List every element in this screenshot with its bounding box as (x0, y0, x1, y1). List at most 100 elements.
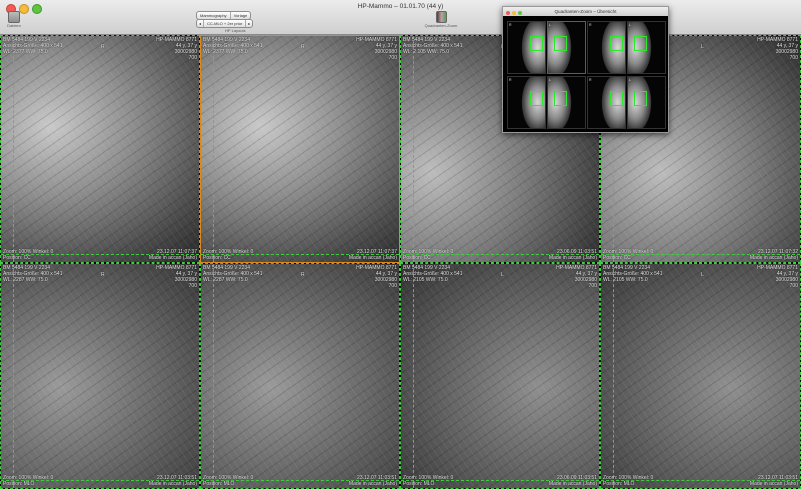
overview-panel-titlebar[interactable]: Quadranten-Zoom – Übersicht (503, 7, 668, 16)
thumbnail-label: R (589, 78, 592, 82)
thumbnail-label: R (589, 23, 592, 27)
mammogram-viewport[interactable]: BM 5484 199 V 2234 Ansichts-Größe: 400 x… (400, 263, 600, 489)
laterality-marker: L (701, 44, 704, 50)
window-titlebar: HP-Mammo – 01.01.70 (44 y) Dateien Mammo… (0, 0, 801, 35)
overview-thumbnail[interactable]: R (587, 76, 626, 129)
overlay-top-left: BM 5484 199 V 2234 Ansichts-Größe: 400 x… (203, 37, 263, 55)
mammogram-viewport[interactable]: BM 5484 199 V 2234 Ansichts-Größe: 400 x… (200, 35, 400, 263)
overlay-top-right: HP-MAMMO 8771 44 y, 37 y 30002980 700 (156, 37, 197, 61)
thumbnail-label: R (509, 78, 512, 82)
laterality-marker: R (101, 44, 105, 50)
mammogram-viewport[interactable]: BM 5484 199 V 2234 Ansichts-Größe: 400 x… (0, 263, 200, 489)
overlay-bottom-left: Zoom: 100% Winkel: 0 Position: MLO (203, 475, 254, 487)
overview-thumbnail[interactable]: R (507, 21, 546, 74)
zoom-region-box[interactable] (554, 36, 567, 51)
overlay-bottom-right: 23.12.07 11:03:51 Made in accan (Jaho) (148, 475, 197, 487)
overlay-top-left: BM 5484 199 V 2234 Ansichts-Größe: 400 x… (403, 37, 463, 55)
overview-window-buttons[interactable] (506, 9, 524, 18)
overview-panel-title: Quadranten-Zoom – Übersicht (554, 9, 617, 14)
mammogram-image[interactable] (601, 264, 800, 488)
segment-voriage[interactable]: Voriage (231, 12, 251, 19)
laterality-marker: R (301, 44, 305, 50)
laterality-marker: L (501, 272, 504, 278)
thumbnail-label: R (509, 23, 512, 27)
overlay-top-left: BM 5484 199 V 2234 Ansichts-Größe: 400 x… (3, 265, 63, 283)
zoom-region-box[interactable] (634, 36, 647, 51)
mammogram-image[interactable] (1, 36, 199, 262)
overlay-bottom-right: 23.12.07 11:07:37 Made in accan (Jaho) (348, 249, 397, 261)
overlay-bottom-left: Zoom: 100% Winkel: 0 Position: MLO (603, 475, 654, 487)
hp-layouts-label: HP Layouts (225, 28, 246, 33)
mammogram-image[interactable] (1, 264, 199, 488)
zoom-region-box[interactable] (554, 91, 567, 106)
overview-thumbnail[interactable]: L (627, 21, 666, 74)
overview-thumbnail[interactable]: R (507, 76, 546, 129)
quadrant-zoom-icon (435, 11, 447, 23)
laterality-marker: L (701, 272, 704, 278)
quadrant-zoom-button[interactable]: Quadranten-Zoom (420, 11, 462, 28)
overlay-top-left: BM 5484 199 V 2234 Ansichts-Größe: 400 x… (403, 265, 463, 283)
next-layout-button[interactable]: ▸ (246, 20, 252, 27)
dateien-label: Dateien (7, 23, 21, 28)
quadrant-guide-line (13, 36, 14, 262)
segment-mammography[interactable]: Mammography (197, 12, 231, 19)
overlay-top-left: BM 5484 199 V 2234 Ansichts-Größe: 400 x… (203, 265, 263, 283)
mammogram-viewport[interactable]: BM 5484 199 V 2234 Ansichts-Größe: 400 x… (0, 35, 200, 263)
overlay-top-right: HP-MAMMO 8771 44 y, 37 y 30002980 700 (757, 37, 798, 61)
zoom-region-box[interactable] (610, 91, 623, 106)
image-viewer-grid: BM 5484 199 V 2234 Ansichts-Größe: 400 x… (0, 35, 801, 489)
overlay-top-right: HP-MAMMO 8771 44 y, 37 y 30002980 700 (156, 265, 197, 289)
laterality-marker: R (101, 272, 105, 278)
overlay-bottom-left: Zoom: 100% Winkel: 0 Position: MLO (403, 475, 454, 487)
zoom-region-box[interactable] (530, 91, 543, 106)
quadrant-overview-panel[interactable]: Quadranten-Zoom – Übersicht R L R L R L R L (502, 6, 669, 133)
layout-segmented-control[interactable]: ◂ CC-MLO + 2er prior ▸ (196, 19, 254, 28)
thumbnail-label: L (549, 78, 551, 82)
overlay-bottom-left: Zoom: 100% Winkel: 0 Position: CC (603, 249, 654, 261)
segment-layout[interactable]: CC-MLO + 2er prior (204, 20, 247, 27)
overlay-bottom-right: 23.12.07 11:07:32 Made in accan (Jaho) (749, 249, 798, 261)
overlay-top-left: BM 5484 199 V 2234 Ansichts-Größe: 400 x… (3, 37, 63, 55)
mammogram-image[interactable] (201, 264, 399, 488)
zoom-region-box[interactable] (530, 36, 543, 51)
quadrant-zoom-label: Quadranten-Zoom (424, 23, 458, 28)
overlay-bottom-right: 23.12.07 11:07:37 Made in accan (Jaho) (148, 249, 197, 261)
overlay-top-right: HP-MAMMO 8771 44 y, 37 y 30002980 700 (356, 265, 397, 289)
window-title: HP-Mammo – 01.01.70 (44 y) (357, 3, 444, 10)
mammogram-viewport[interactable]: BM 5484 199 V 2234 Ansichts-Größe: 400 x… (200, 263, 400, 489)
quadrant-guide-line (213, 36, 214, 262)
overview-thumbnail[interactable]: L (547, 21, 586, 74)
overlay-bottom-left: Zoom: 100% Winkel: 0 Position: CC (403, 249, 454, 261)
folder-icon (8, 11, 20, 23)
quadrant-guide-line (13, 264, 14, 488)
zoom-region-box[interactable] (634, 91, 647, 106)
overlay-top-right: HP-MAMMO 8771 44 y, 37 y 30002980 700 (757, 265, 798, 289)
overlay-bottom-right: 23.12.07 11:03:51 Made in accan (Jaho) (348, 475, 397, 487)
overlay-bottom-right: 23.06.09 11:03:51 Made in accan (Jaho) (548, 475, 597, 487)
overlay-top-left: BM 5484 199 V 2234 Ansichts-Größe: 400 x… (603, 265, 663, 283)
mammogram-image[interactable] (401, 264, 599, 488)
quadrant-guide-line (413, 36, 414, 262)
overlay-bottom-left: Zoom: 100% Winkel: 0 Position: MLO (3, 475, 54, 487)
thumbnail-label: L (629, 78, 631, 82)
overview-thumbnail[interactable]: R (587, 21, 626, 74)
quadrant-guide-line (213, 264, 214, 488)
prev-layout-button[interactable]: ◂ (197, 20, 205, 27)
zoom-region-box[interactable] (610, 36, 623, 51)
overview-thumbnail[interactable]: L (547, 76, 586, 129)
mammogram-viewport[interactable]: BM 5484 199 V 2234 Ansichts-Größe: 400 x… (600, 263, 801, 489)
overlay-bottom-left: Zoom: 100% Winkel: 0 Position: CC (3, 249, 54, 261)
overlay-bottom-right: 23.12.07 11:03:51 Made in accan (Jaho) (749, 475, 798, 487)
quadrant-guide-line (413, 264, 414, 488)
mammogram-image[interactable] (201, 36, 399, 262)
thumbnail-label: L (629, 23, 631, 27)
overlay-top-right: HP-MAMMO 8771 44 y, 37 y 30002980 700 (356, 37, 397, 61)
laterality-marker: R (301, 272, 305, 278)
overview-thumbnail[interactable]: L (627, 76, 666, 129)
quadrant-guide-line (613, 264, 614, 488)
dateien-button[interactable]: Dateien (6, 11, 22, 28)
thumbnail-label: L (549, 23, 551, 27)
overlay-bottom-right: 23.06.09 11:03:51 Made in accan (Jaho) (548, 249, 597, 261)
overlay-top-right: HP-MAMMO 8771 44 y, 37 y 30002980 700 (556, 265, 597, 289)
overlay-bottom-left: Zoom: 100% Winkel: 0 Position: CC (203, 249, 254, 261)
